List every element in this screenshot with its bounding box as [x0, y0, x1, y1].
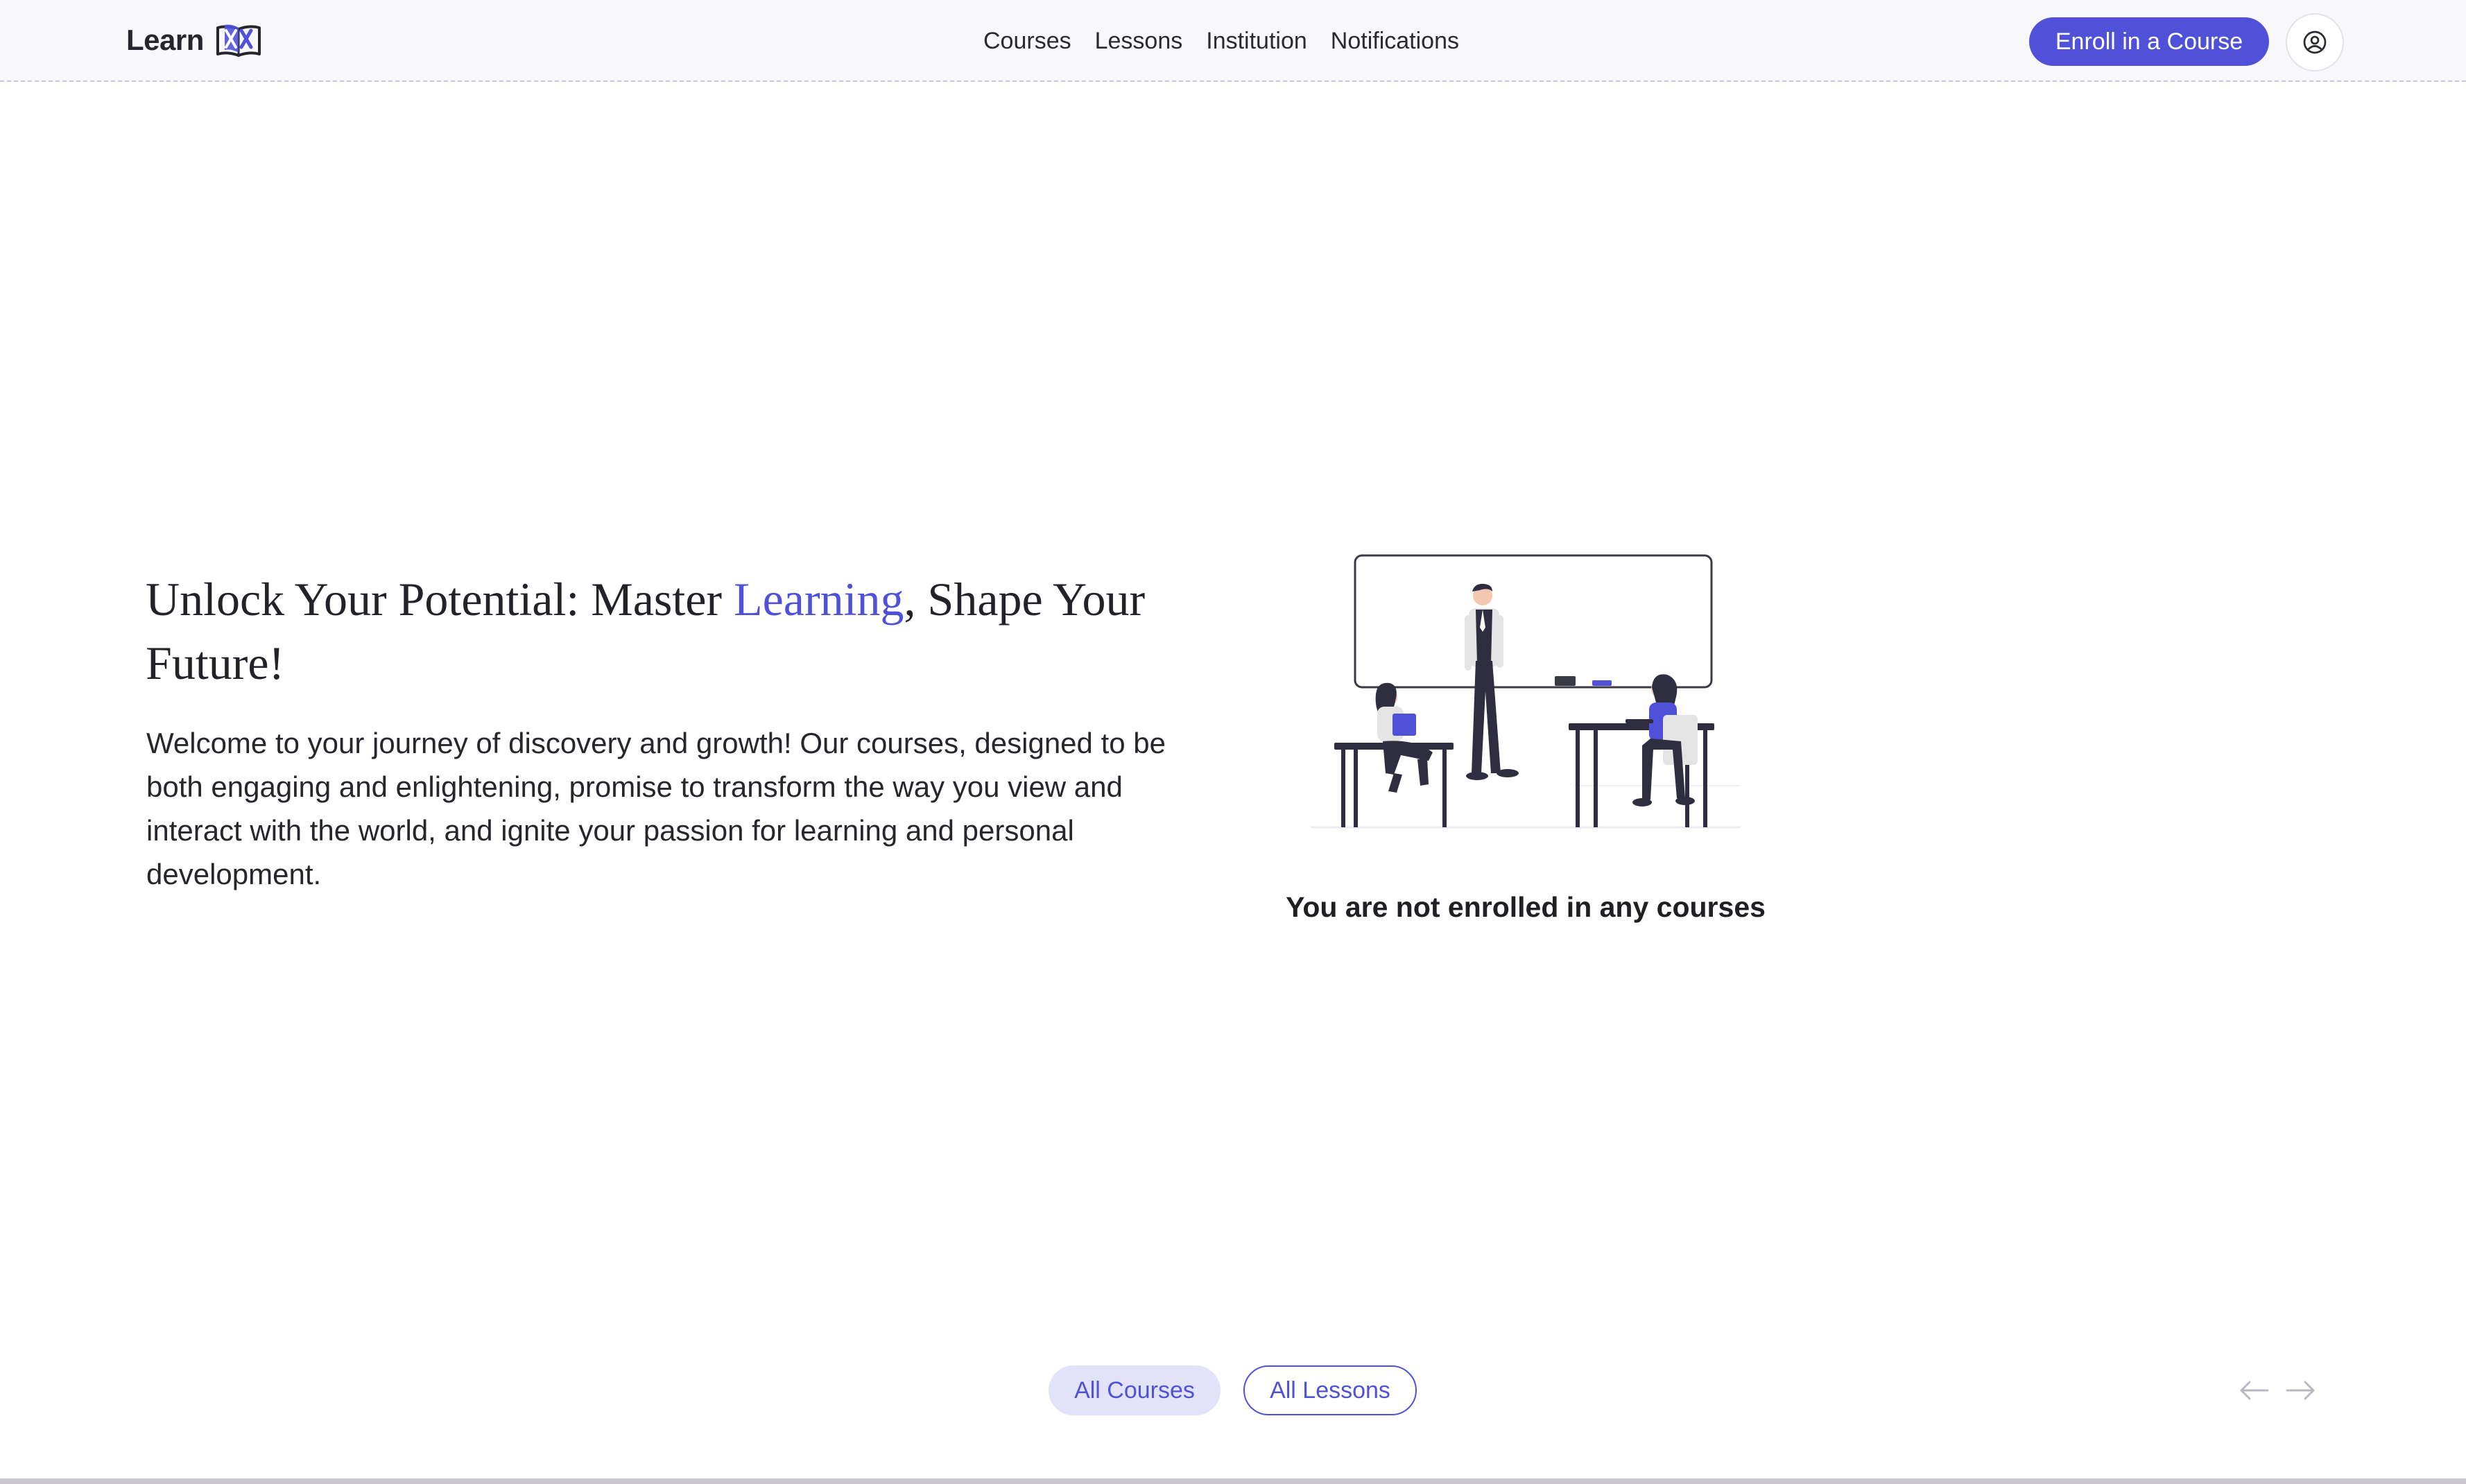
- nav-notifications[interactable]: Notifications: [1331, 28, 1459, 55]
- hero-description: Welcome to your journey of discovery and…: [146, 727, 1166, 890]
- arrow-left-icon: [2240, 1381, 2269, 1400]
- prev-button[interactable]: [2237, 1376, 2270, 1405]
- window-bottom-edge: [0, 1478, 2466, 1484]
- logo-text: Learn: [126, 24, 204, 56]
- top-navbar: Learn Courses Lessons Institution Notifi…: [0, 0, 2466, 82]
- hero-title-part1: Unlock Your Potential: Master: [146, 573, 734, 625]
- next-button[interactable]: [2284, 1376, 2318, 1405]
- nav-courses[interactable]: Courses: [983, 28, 1071, 55]
- nav-institution[interactable]: Institution: [1206, 28, 1307, 55]
- empty-state-message: You are not enrolled in any courses: [1286, 891, 1766, 923]
- nav-lessons[interactable]: Lessons: [1095, 28, 1183, 55]
- hero-title: Unlock Your Potential: Master Learning, …: [146, 567, 1221, 695]
- main-nav: Courses Lessons Institution Notification…: [983, 22, 1459, 60]
- page: Learn Courses Lessons Institution Notifi…: [0, 0, 2466, 1484]
- all-courses-filter[interactable]: All Courses: [1049, 1365, 1221, 1415]
- logo[interactable]: Learn: [126, 19, 264, 61]
- classroom-illustration: [1311, 554, 1741, 829]
- enroll-course-button[interactable]: Enroll in a Course: [2029, 17, 2269, 66]
- hero-title-accent: Learning: [734, 573, 904, 625]
- book-x-logo-icon: [216, 24, 261, 57]
- arrow-right-icon: [2286, 1381, 2315, 1400]
- user-circle-icon: [2303, 31, 2327, 54]
- all-lessons-filter[interactable]: All Lessons: [1243, 1365, 1417, 1415]
- profile-button[interactable]: [2286, 13, 2344, 71]
